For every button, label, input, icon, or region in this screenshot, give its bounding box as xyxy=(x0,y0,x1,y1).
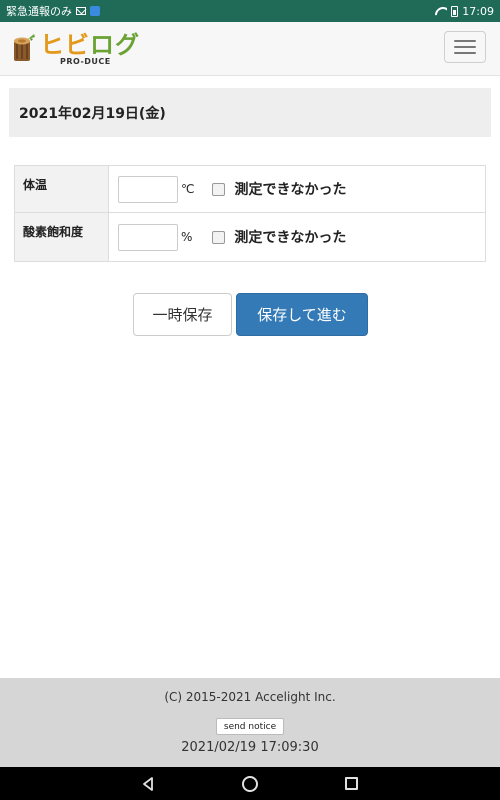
hamburger-menu-button[interactable] xyxy=(444,31,486,63)
measurement-table: 体温 ℃ 測定できなかった 酸素飽和度 % 測定できなかった xyxy=(14,165,486,262)
temporary-save-button[interactable]: 一時保存 xyxy=(133,293,232,336)
oxygen-not-measured-checkbox[interactable] xyxy=(212,230,226,244)
status-time: 17:09 xyxy=(462,4,494,18)
temperature-not-measured-label[interactable]: 測定できなかった xyxy=(234,179,346,199)
wifi-icon xyxy=(435,7,447,16)
row-label-oxygen: 酸素飽和度 xyxy=(15,213,109,261)
battery-icon xyxy=(451,5,459,17)
status-bar: 緊急通報のみ 17:09 xyxy=(0,0,500,22)
send-notice-button[interactable]: send notice xyxy=(216,718,284,735)
notification-text: 緊急通報のみ xyxy=(6,5,72,18)
temperature-input[interactable] xyxy=(118,175,178,203)
row-value-temperature: ℃ 測定できなかった xyxy=(109,166,485,212)
row-label-temperature: 体温 xyxy=(15,166,109,212)
logo-subtitle: PRO-DUCE xyxy=(60,57,111,66)
oxygen-unit: % xyxy=(181,230,193,244)
timestamp: 2021/02/19 17:09:30 xyxy=(181,740,319,755)
recent-apps-icon[interactable] xyxy=(345,777,358,790)
log-stump-icon xyxy=(14,34,35,61)
row-value-oxygen: % 測定できなかった xyxy=(109,213,485,261)
footer: (C) 2015-2021 Accelight Inc. send notice… xyxy=(0,678,500,767)
temperature-unit: ℃ xyxy=(181,182,195,196)
temperature-not-measured-checkbox[interactable] xyxy=(212,182,226,196)
app-notification-icon xyxy=(90,6,100,16)
copyright: (C) 2015-2021 Accelight Inc. xyxy=(164,690,336,704)
oxygen-not-measured-label[interactable]: 測定できなかった xyxy=(234,227,346,247)
oxygen-saturation-input[interactable] xyxy=(118,223,178,251)
home-icon[interactable] xyxy=(242,776,258,792)
back-icon[interactable] xyxy=(140,776,156,792)
table-row: 酸素飽和度 % 測定できなかった xyxy=(15,213,485,261)
mail-icon xyxy=(76,7,86,15)
save-and-next-button[interactable]: 保存して進む xyxy=(236,293,368,336)
logo[interactable]: ヒビログ PRO-DUCE xyxy=(10,30,140,70)
table-row: 体温 ℃ 測定できなかった xyxy=(15,166,485,213)
logo-text: ヒビログ xyxy=(40,31,140,59)
hamburger-menu-icon xyxy=(454,40,476,42)
app-header: ヒビログ PRO-DUCE xyxy=(0,22,500,76)
date-banner: 2021年02月19日(金) xyxy=(9,88,491,137)
android-nav-bar xyxy=(0,767,500,800)
